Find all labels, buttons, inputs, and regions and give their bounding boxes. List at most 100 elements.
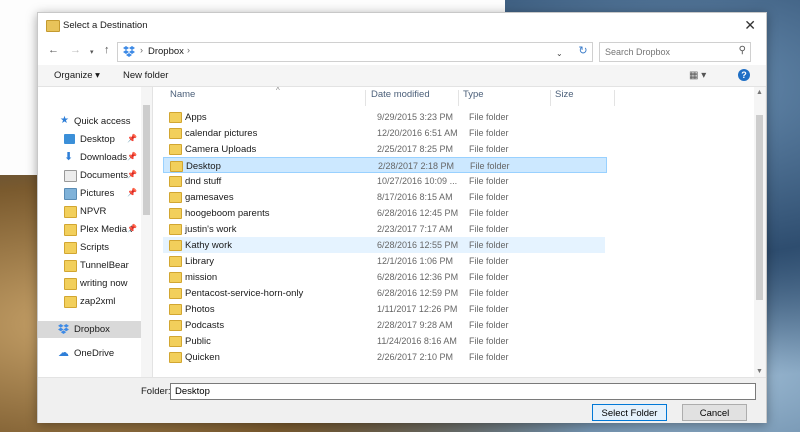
- sidebar-item-scripts[interactable]: Scripts: [38, 239, 141, 256]
- file-row[interactable]: Podcasts 2/28/2017 9:28 AM File folder: [163, 317, 605, 333]
- folder-icon: [169, 288, 182, 299]
- file-date-modified: 2/26/2017 2:10 PM: [377, 352, 454, 362]
- new-folder-button[interactable]: New folder: [123, 70, 168, 81]
- column-label: Name: [170, 89, 196, 100]
- cancel-button[interactable]: Cancel: [682, 404, 747, 421]
- folder-icon: [169, 352, 182, 363]
- file-name: Camera Uploads: [185, 144, 257, 155]
- column-header-date[interactable]: Date modified: [371, 89, 459, 107]
- file-row[interactable]: Camera Uploads 2/25/2017 8:25 PM File fold…: [163, 141, 605, 157]
- file-type: File folder: [469, 352, 509, 362]
- search-box[interactable]: ⚲: [599, 42, 751, 62]
- scroll-down-icon[interactable]: ▼: [756, 368, 763, 375]
- chevron-right-icon[interactable]: ›: [187, 45, 190, 55]
- file-row[interactable]: justin's work 2/23/2017 7:17 AM File folde…: [163, 221, 605, 237]
- folder-icon: [64, 224, 77, 236]
- refresh-icon[interactable]: ↻: [573, 42, 593, 60]
- view-options-icon[interactable]: ▦ ▾: [689, 70, 706, 81]
- sidebar-scrollbar[interactable]: [141, 87, 152, 377]
- scrollbar-thumb[interactable]: [143, 105, 150, 215]
- sidebar-item-label: Scripts: [80, 242, 110, 253]
- onedrive-icon: ☁: [58, 347, 69, 359]
- file-row[interactable]: hoogeboom parents 6/28/2016 12:45 PM File …: [163, 205, 605, 221]
- scrollbar-thumb[interactable]: [756, 115, 763, 300]
- select-folder-button[interactable]: Select Folder: [592, 404, 667, 421]
- file-type: File folder: [469, 144, 509, 154]
- organize-menu[interactable]: Organize ▾: [54, 70, 100, 81]
- sidebar-item-writing-now[interactable]: writing now: [38, 275, 141, 292]
- sidebar-item-desktop[interactable]: Desktop 📌: [38, 131, 141, 148]
- chevron-down-icon[interactable]: ⌄: [556, 49, 563, 58]
- file-date-modified: 6/28/2016 12:45 PM: [377, 208, 459, 218]
- dropbox-icon: [123, 46, 135, 57]
- sidebar-item-label: Documents: [80, 170, 129, 181]
- file-row[interactable]: Library 12/1/2016 1:06 PM File folder: [163, 253, 605, 269]
- sidebar-item-label: Dropbox: [74, 324, 110, 335]
- scroll-up-icon[interactable]: ▲: [756, 89, 763, 96]
- file-row[interactable]: dnd stuff 10/27/2016 10:09 ... File folder: [163, 173, 605, 189]
- select-destination-dialog: Select a Destination ✕ ← → ▾ ↑ › Dropbox…: [37, 12, 767, 423]
- file-row[interactable]: gamesaves 8/17/2016 8:15 AM File folder: [163, 189, 605, 205]
- pictures-icon: [64, 188, 77, 200]
- file-row[interactable]: Desktop 2/28/2017 2:18 PM File folder: [163, 157, 607, 173]
- breadcrumb-dropbox[interactable]: Dropbox: [148, 46, 184, 57]
- file-name: Pentacost-service-horn-only: [185, 288, 304, 299]
- file-type: File folder: [469, 176, 509, 186]
- file-row[interactable]: calendar pictures 12/20/2016 6:51 AM File …: [163, 125, 605, 141]
- close-icon[interactable]: ✕: [744, 17, 756, 34]
- sidebar-item-label: Desktop: [80, 134, 115, 145]
- sidebar-item-downloads[interactable]: ⬇ Downloads 📌: [38, 149, 141, 166]
- column-header-size[interactable]: Size: [555, 89, 615, 107]
- search-icon[interactable]: ⚲: [739, 45, 746, 56]
- file-row[interactable]: Public 11/24/2016 8:16 AM File folder: [163, 333, 605, 349]
- file-list-pane: Name ^ Date modified Type Size Apps 9/29/…: [153, 87, 765, 377]
- folder-icon: [64, 296, 77, 308]
- file-date-modified: 8/17/2016 8:15 AM: [377, 192, 453, 202]
- file-list-scrollbar[interactable]: ▲ ▼: [754, 87, 765, 377]
- column-label: Size: [555, 89, 574, 100]
- sidebar-item-quick-access[interactable]: ★ Quick access: [38, 113, 141, 130]
- folder-label: Folder:: [141, 386, 171, 397]
- sidebar-item-dropbox[interactable]: Dropbox: [38, 321, 141, 338]
- file-row[interactable]: Apps 9/29/2015 3:23 PM File folder: [163, 109, 605, 125]
- folder-icon: [169, 256, 182, 267]
- sidebar-item-label: Quick access: [74, 116, 131, 127]
- help-icon[interactable]: ?: [738, 69, 750, 81]
- sidebar-item-plex-media[interactable]: Plex Media S 📌: [38, 221, 141, 238]
- sidebar-item-label: NPVR: [80, 206, 107, 217]
- file-row[interactable]: mission 6/28/2016 12:36 PM File folder: [163, 269, 605, 285]
- folder-name-input[interactable]: [170, 383, 756, 400]
- file-type: File folder: [469, 112, 509, 122]
- file-row[interactable]: Pentacost-service-horn-only 6/28/2016 12:…: [163, 285, 605, 301]
- folder-icon: [64, 242, 77, 254]
- file-row[interactable]: Quicken 2/26/2017 2:10 PM File folder: [163, 349, 605, 365]
- folder-icon: [169, 224, 182, 235]
- folder-icon: [64, 260, 77, 272]
- file-name: hoogeboom parents: [185, 208, 270, 219]
- sidebar-item-npvr[interactable]: NPVR: [38, 203, 141, 220]
- column-header-type[interactable]: Type: [463, 89, 551, 107]
- file-row[interactable]: Kathy work 6/28/2016 12:55 PM File folder: [163, 237, 605, 253]
- pin-icon: 📌: [127, 224, 137, 233]
- back-arrow-icon[interactable]: ←: [48, 44, 59, 56]
- folder-icon: [170, 161, 183, 172]
- file-name: justin's work: [185, 224, 237, 235]
- file-row[interactable]: Photos 1/11/2017 12:26 PM File folder: [163, 301, 605, 317]
- sidebar-item-onedrive[interactable]: ☁ OneDrive: [38, 345, 141, 362]
- sidebar-item-pictures[interactable]: Pictures 📌: [38, 185, 141, 202]
- column-header-name[interactable]: Name ^: [170, 87, 366, 107]
- sidebar-item-label: Plex Media S: [80, 224, 132, 235]
- search-input[interactable]: [600, 43, 735, 61]
- up-arrow-icon[interactable]: ↑: [104, 44, 110, 56]
- sidebar-item-tunnelbear[interactable]: TunnelBear: [38, 257, 141, 274]
- file-date-modified: 1/11/2017 12:26 PM: [377, 304, 458, 314]
- column-label: Type: [463, 89, 484, 100]
- forward-arrow-icon[interactable]: →: [70, 44, 81, 56]
- sidebar-item-documents[interactable]: Documents 📌: [38, 167, 141, 184]
- sidebar-item-zap2xml[interactable]: zap2xml: [38, 293, 141, 310]
- file-name: Quicken: [185, 352, 220, 363]
- file-type: File folder: [469, 288, 509, 298]
- folder-icon: [169, 112, 182, 123]
- address-bar[interactable]: › Dropbox › ⌄: [117, 42, 593, 62]
- chevron-down-icon[interactable]: ▾: [90, 48, 94, 56]
